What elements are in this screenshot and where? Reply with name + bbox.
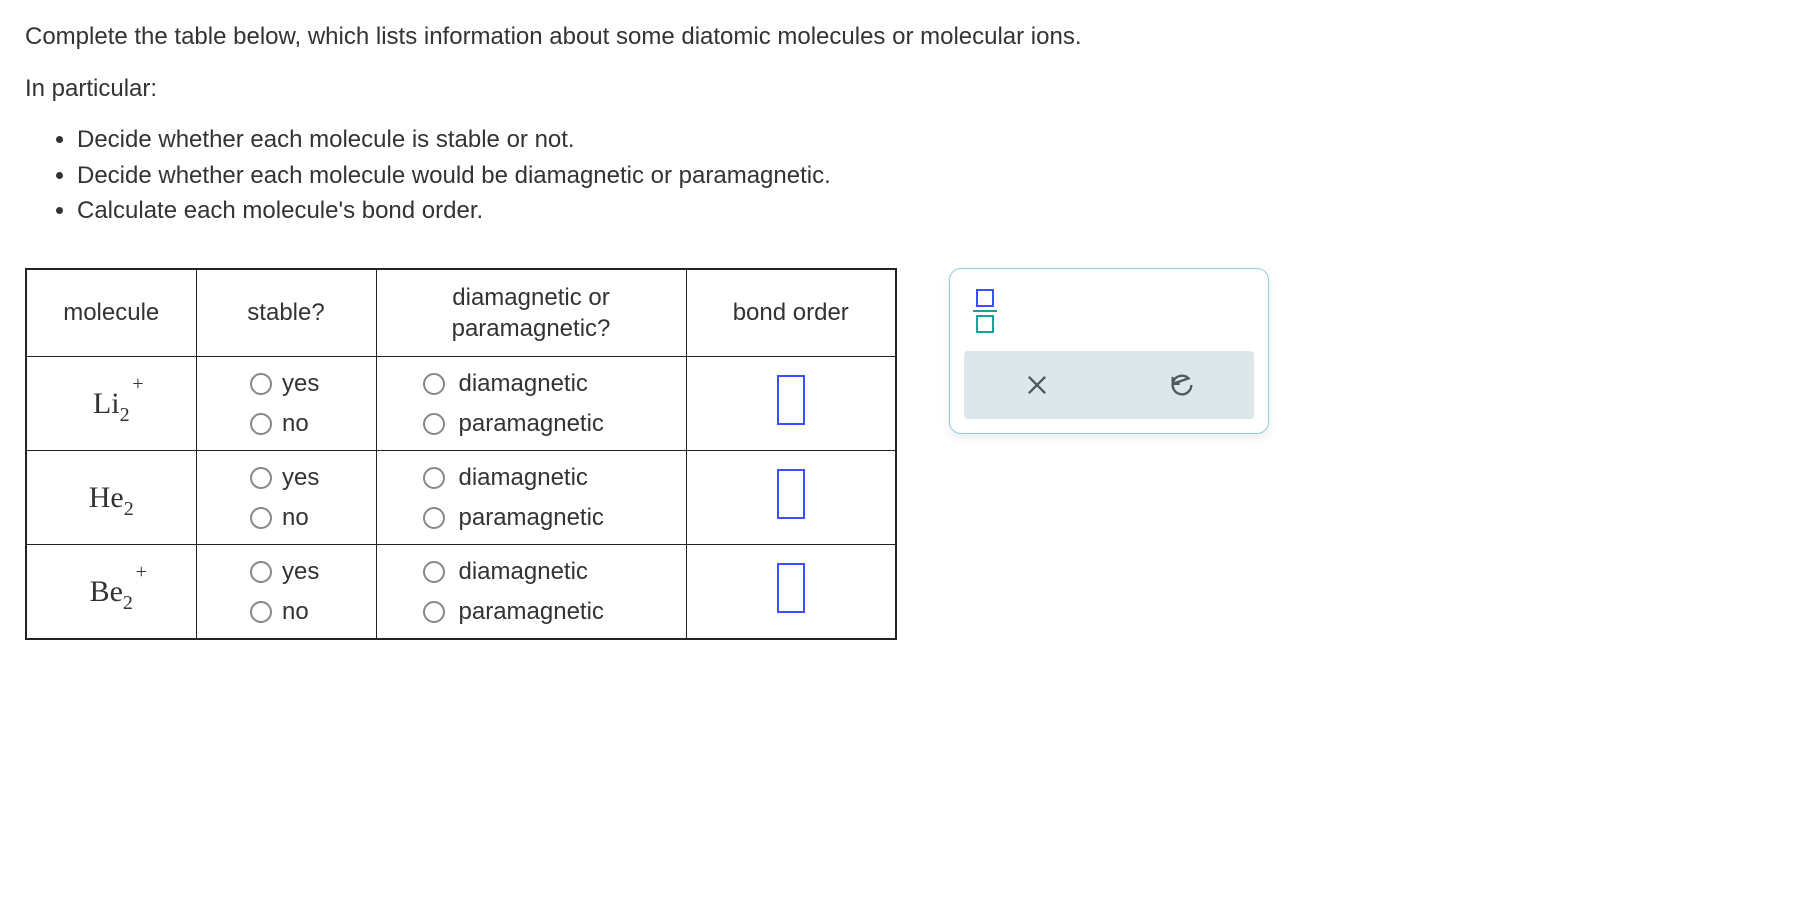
- radio-icon: [423, 601, 445, 623]
- undo-icon: [1168, 371, 1196, 399]
- instruction-line-1: Complete the table below, which lists in…: [25, 20, 1787, 54]
- molecule-formula: He2: [89, 461, 134, 535]
- radio-icon: [250, 507, 272, 529]
- stable-yes-option[interactable]: yes: [197, 364, 376, 404]
- header-bond-order: bond order: [686, 269, 896, 357]
- radio-icon: [250, 561, 272, 583]
- fraction-denominator-icon: [976, 315, 994, 333]
- stable-no-option[interactable]: no: [197, 592, 376, 632]
- radio-icon: [250, 373, 272, 395]
- molecule-table: molecule stable? diamagnetic or paramagn…: [25, 268, 897, 640]
- tool-panel: [949, 268, 1269, 434]
- table-row: He2 yes no diamagnetic paramagnetic: [26, 451, 896, 545]
- radio-icon: [423, 507, 445, 529]
- radio-icon: [250, 467, 272, 489]
- bond-order-input[interactable]: [777, 375, 805, 425]
- radio-icon: [423, 413, 445, 435]
- stable-yes-option[interactable]: yes: [197, 552, 376, 592]
- stable-yes-option[interactable]: yes: [197, 458, 376, 498]
- close-icon: [1023, 371, 1051, 399]
- radio-icon: [423, 467, 445, 489]
- header-stable: stable?: [196, 269, 376, 357]
- instruction-bullets: Decide whether each molecule is stable o…: [25, 123, 1787, 228]
- diamagnetic-option[interactable]: diamagnetic: [377, 552, 686, 592]
- header-magnetic: diamagnetic or paramagnetic?: [376, 269, 686, 357]
- diamagnetic-option[interactable]: diamagnetic: [377, 458, 686, 498]
- radio-icon: [250, 413, 272, 435]
- clear-button[interactable]: [1019, 367, 1055, 403]
- bullet-item: Decide whether each molecule is stable o…: [77, 123, 1787, 157]
- fraction-button[interactable]: [968, 289, 1002, 333]
- table-row: Li2+ yes no diamagnetic paramagnetic: [26, 357, 896, 451]
- bond-order-input[interactable]: [777, 469, 805, 519]
- diamagnetic-option[interactable]: diamagnetic: [377, 364, 686, 404]
- bullet-item: Decide whether each molecule would be di…: [77, 159, 1787, 193]
- radio-icon: [423, 561, 445, 583]
- radio-icon: [250, 601, 272, 623]
- molecule-formula: Be2+: [90, 555, 133, 629]
- molecule-formula: Li2+: [93, 367, 130, 441]
- stable-no-option[interactable]: no: [197, 498, 376, 538]
- header-molecule: molecule: [26, 269, 196, 357]
- stable-no-option[interactable]: no: [197, 404, 376, 444]
- radio-icon: [423, 373, 445, 395]
- paramagnetic-option[interactable]: paramagnetic: [377, 404, 686, 444]
- table-row: Be2+ yes no diamagnetic paramagnetic: [26, 545, 896, 640]
- reset-button[interactable]: [1164, 367, 1200, 403]
- instruction-line-2: In particular:: [25, 72, 1787, 106]
- bullet-item: Calculate each molecule's bond order.: [77, 194, 1787, 228]
- fraction-bar-icon: [973, 310, 997, 312]
- paramagnetic-option[interactable]: paramagnetic: [377, 498, 686, 538]
- fraction-numerator-icon: [976, 289, 994, 307]
- bond-order-input[interactable]: [777, 563, 805, 613]
- paramagnetic-option[interactable]: paramagnetic: [377, 592, 686, 632]
